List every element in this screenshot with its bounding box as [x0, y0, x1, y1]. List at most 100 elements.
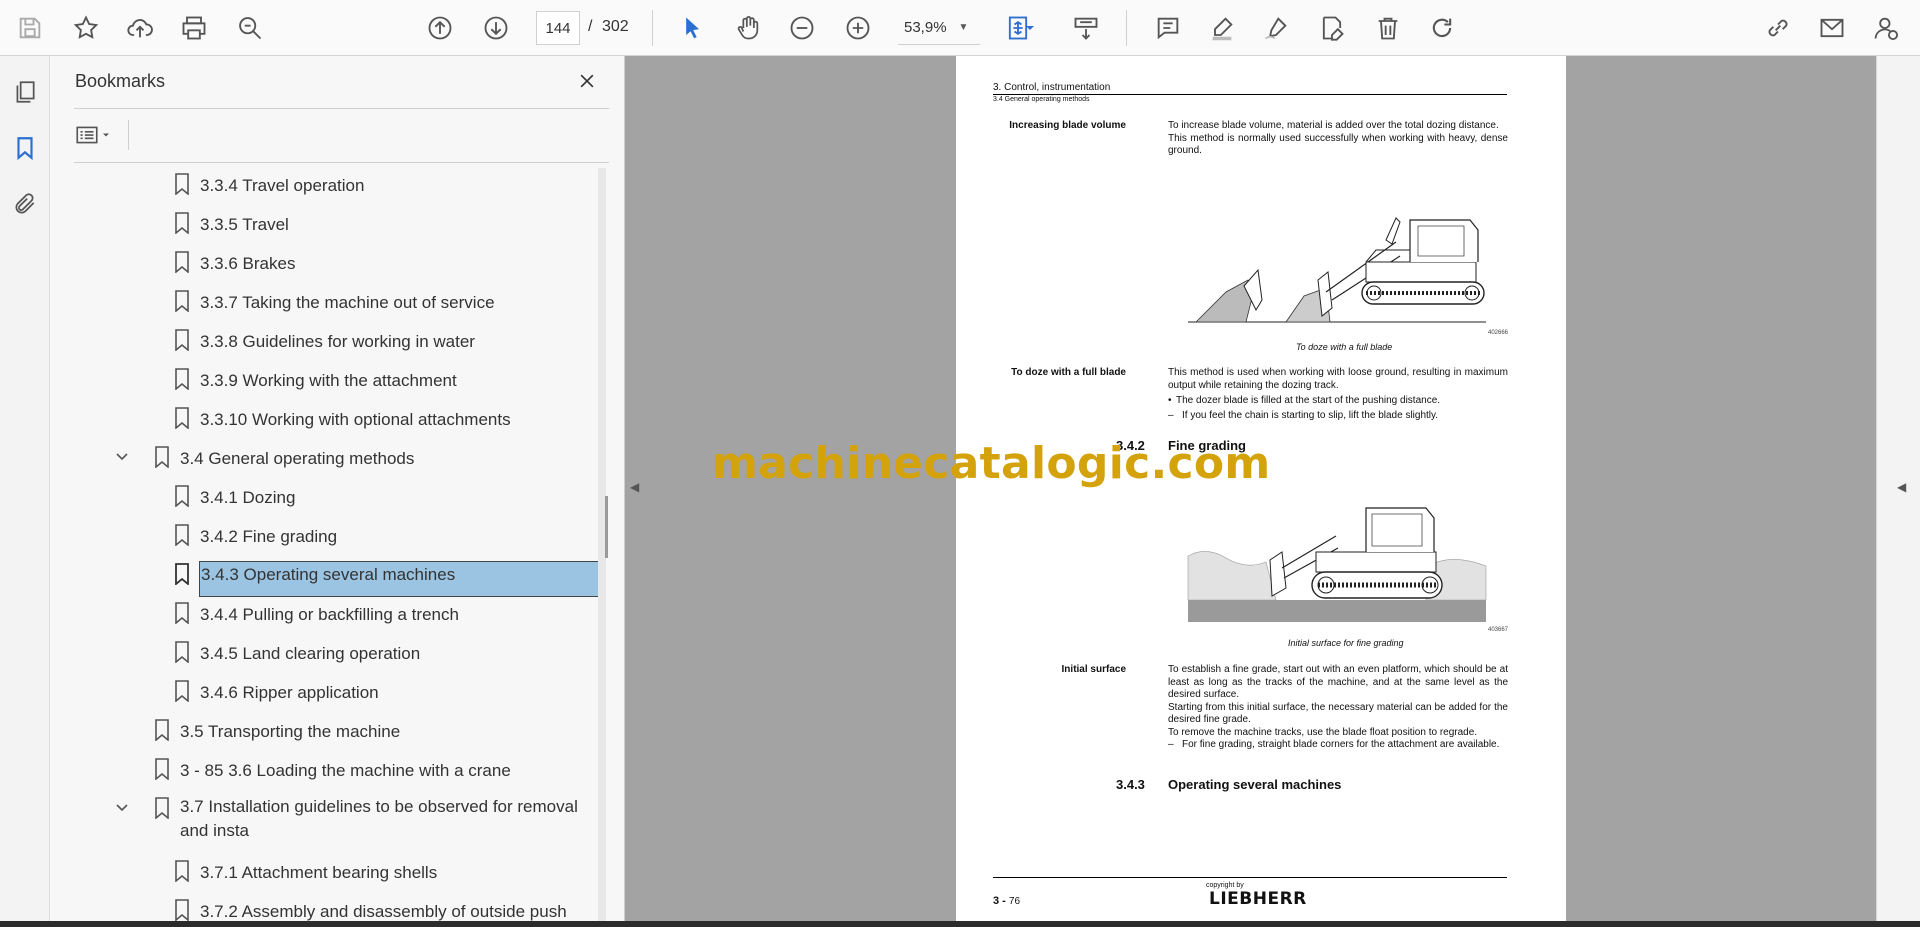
toolbar-divider	[128, 120, 129, 150]
bookmark-tree: 3.3.4 Travel operation 3.3.5 Travel 3.3.…	[74, 168, 604, 921]
panel-divider	[74, 108, 609, 109]
page-number-input[interactable]: 144	[536, 11, 580, 45]
edit-document-icon[interactable]	[1314, 10, 1350, 46]
footer-copyright: copyright by	[1206, 882, 1244, 889]
figure-caption: To doze with a full blade	[1296, 342, 1393, 352]
delete-trash-icon[interactable]	[1370, 10, 1406, 46]
share-link-icon[interactable]	[1760, 10, 1796, 46]
paragraph: To increase blade volume, material is ad…	[1168, 120, 1508, 158]
dash-text: For fine grading, straight blade corners…	[1182, 739, 1500, 750]
comment-icon[interactable]	[1150, 10, 1186, 46]
star-icon[interactable]	[68, 10, 104, 46]
fit-page-chevron-icon[interactable]	[1022, 10, 1038, 46]
panel-scrollbar-thumb[interactable]	[605, 496, 608, 558]
section-number: 3.4.3	[1116, 777, 1145, 792]
bookmark-flag-icon	[175, 524, 189, 546]
dozer-full-blade-illustration	[1188, 217, 1486, 323]
paragraph-text: Starting from this initial surface, the …	[1168, 701, 1508, 726]
bookmark-label: 3.4.4 Pulling or backfilling a trench	[200, 605, 459, 624]
bookmark-label: 3.7.2 Assembly and disassembly of outsid…	[200, 902, 567, 921]
bookmark-flag-icon	[175, 485, 189, 507]
collapse-panel-icon[interactable]: ◀	[630, 480, 639, 494]
redo-icon[interactable]	[1424, 10, 1460, 46]
bookmark-flag-icon	[155, 446, 169, 468]
bookmark-flag-icon	[175, 899, 189, 921]
bookmark-label: 3.3.4 Travel operation	[200, 176, 365, 195]
bookmarks-icon[interactable]	[9, 132, 41, 164]
bookmark-label: 3.3.10 Working with optional attachments	[200, 410, 511, 429]
footer-rule	[993, 877, 1507, 878]
bookmark-label: 3.3.9 Working with the attachment	[200, 371, 457, 390]
bookmark-flag-icon	[155, 719, 169, 741]
bookmark-flag-icon	[155, 758, 169, 780]
select-cursor-icon[interactable]	[674, 10, 710, 46]
toolbar-divider	[1126, 10, 1127, 46]
bookmark-flag-icon	[175, 329, 189, 351]
bookmark-label: 3.4.2 Fine grading	[200, 527, 338, 546]
zoom-level-dropdown[interactable]: 53,9% ▼	[898, 11, 980, 45]
paragraph: To establish a fine grade, start out wit…	[1168, 664, 1508, 752]
bookmark-label: 3.4.3 Operating several machines	[199, 561, 604, 597]
main-toolbar: 144 / 302 53,9% ▼	[0, 0, 1920, 56]
bookmark-flag-icon	[175, 290, 189, 312]
watermark-text: machinecatalogic.com	[712, 438, 1271, 489]
window-bottom-edge	[0, 921, 1920, 927]
chevron-down-icon[interactable]	[114, 449, 130, 465]
figure-number: 403667	[1488, 627, 1509, 633]
bookmark-flag-icon	[175, 563, 189, 585]
chevron-down-icon	[103, 133, 109, 137]
page-header-section: 3.4 General operating methods	[993, 96, 1090, 103]
previous-page-icon[interactable]	[422, 10, 458, 46]
page-thumbnails-icon[interactable]	[9, 76, 41, 108]
upload-cloud-icon[interactable]	[122, 10, 158, 46]
next-page-icon[interactable]	[478, 10, 514, 46]
save-icon[interactable]	[12, 10, 48, 46]
expand-right-panel-icon[interactable]: ◀	[1897, 480, 1906, 494]
chevron-down-icon: ▼	[958, 22, 969, 33]
zoom-in-icon[interactable]	[840, 10, 876, 46]
attachments-paperclip-icon[interactable]	[9, 188, 41, 220]
highlight-pen-icon[interactable]	[1204, 10, 1240, 46]
bookmark-label: 3.4 General operating methods	[180, 449, 415, 468]
paragraph-text: This method is normally used successfull…	[1168, 132, 1508, 157]
hand-tool-icon[interactable]	[730, 10, 766, 46]
bookmark-flag-icon	[175, 251, 189, 273]
panel-title: Bookmarks	[75, 71, 166, 91]
page-header-chapter: 3. Control, instrumentation	[993, 82, 1111, 93]
zoom-out-icon[interactable]	[784, 10, 820, 46]
header-rule	[993, 94, 1507, 95]
figure-caption: Initial surface for fine grading	[1288, 638, 1404, 648]
side-label-full-blade: To doze with a full blade	[1011, 367, 1126, 378]
dash-item: – For fine grading, straight blade corner…	[1168, 739, 1500, 750]
page-total: 302	[602, 18, 629, 35]
scroll-mode-icon[interactable]	[1068, 10, 1104, 46]
bookmark-label: 3 - 85 3.6 Loading the machine with a cr…	[180, 761, 511, 780]
account-icon[interactable]	[1868, 10, 1904, 46]
bookmark-flag-icon	[175, 173, 189, 195]
section-title: Operating several machines	[1168, 777, 1342, 792]
bookmark-label: 3.4.5 Land clearing operation	[200, 644, 421, 663]
bookmark-label: 3.3.7 Taking the machine out of service	[200, 293, 495, 312]
liebherr-logo: LIEBHERR	[1209, 889, 1307, 909]
side-label-blade-volume: Increasing blade volume	[1009, 120, 1126, 131]
right-panel-strip: ◀	[1876, 56, 1920, 921]
bookmark-options-button[interactable]	[74, 120, 124, 150]
dash-text: If you feel the chain is starting to sli…	[1182, 409, 1439, 421]
draw-pen-icon[interactable]	[1258, 10, 1294, 46]
bookmark-flag-icon	[175, 680, 189, 702]
toolbar-divider	[652, 10, 653, 46]
find-zoom-icon[interactable]	[232, 10, 268, 46]
bookmark-label: 3.5 Transporting the machine	[180, 722, 401, 741]
bookmark-flag-icon	[155, 797, 169, 819]
bookmark-flag-icon	[175, 602, 189, 624]
bookmarks-panel: Bookmarks 3.3.4 Travel operation 3.3.5 T…	[50, 56, 625, 921]
footer-page: 76	[1008, 896, 1021, 907]
email-icon[interactable]	[1814, 10, 1850, 46]
footer-sep: -	[999, 895, 1009, 907]
paragraph-text: To increase blade volume, material is ad…	[1168, 120, 1499, 131]
print-icon[interactable]	[176, 10, 212, 46]
footer-page-number: 3 - 76	[993, 895, 1020, 907]
chevron-down-icon[interactable]	[114, 800, 130, 816]
close-icon[interactable]	[574, 68, 600, 94]
bookmark-flag-icon	[175, 407, 189, 429]
